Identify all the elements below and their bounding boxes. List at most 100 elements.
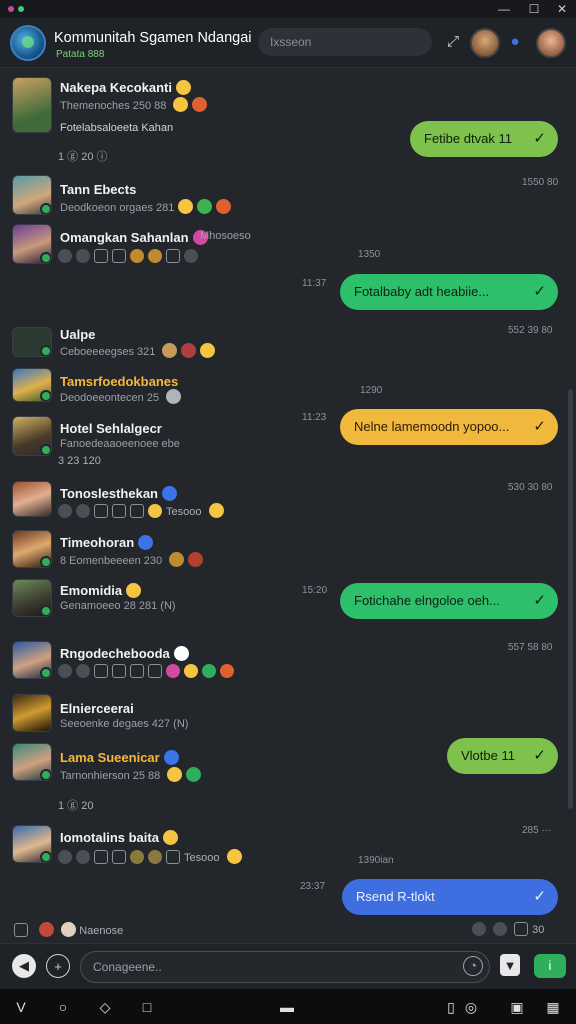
message-author: Ualpe (60, 327, 96, 342)
timestamp: 557 58 80 (508, 642, 553, 653)
reaction-bar[interactable]: 1 ⓖ 20 ⓘ (58, 148, 108, 164)
message-bubble[interactable]: Fetibe dtvak 11 ✓ (410, 121, 558, 157)
message-author: Tann Ebects (60, 182, 137, 197)
timestamp: 552 39 80 (508, 325, 553, 336)
timestamp: 11:23 (302, 412, 327, 423)
message-author: Emomidia (60, 583, 142, 598)
emoji-icon[interactable]: ◔ (463, 956, 483, 976)
back-icon[interactable]: ◀ (12, 954, 36, 978)
window-dot-icon (18, 6, 24, 12)
attach-icon[interactable]: ▼ (500, 954, 520, 976)
message-meta: Mhosoeso (200, 230, 251, 242)
maximize-button[interactable]: ☐ (520, 0, 548, 18)
message-meta: Fanoedeaaoeenoee ebe (60, 438, 180, 450)
avatar[interactable] (12, 481, 52, 517)
message-bubble[interactable]: Rsend R-tlokt ✓ (342, 879, 558, 915)
check-icon: ✓ (533, 283, 546, 300)
scrollbar[interactable] (568, 389, 573, 809)
search-input[interactable]: Ixsseon (258, 28, 432, 56)
message-author: Timeohoran (60, 535, 154, 550)
timestamp: 1550 80 (522, 177, 559, 188)
window-dot-icon (8, 6, 14, 12)
typing-bar[interactable]: Naenose (14, 922, 123, 937)
message-author: Hotel Sehlalgecr (60, 421, 162, 436)
message-author: Omangkan Sahanlan (60, 230, 208, 245)
timestamp: 1390ian (358, 855, 394, 866)
avatar[interactable] (12, 743, 52, 781)
app-header: Kommunitah Sgamen Ndangai Patata 888 Ixs… (0, 18, 576, 68)
message-meta: Deodoeeontecen 25 (60, 389, 182, 404)
home-nav-icon[interactable]: ○ (54, 998, 72, 1016)
window-titlebar: — ☐ ✕ (0, 0, 576, 18)
message-meta: Themenoches 250 88 (60, 97, 208, 112)
avatar[interactable] (12, 641, 52, 679)
back-nav-icon[interactable]: V (12, 998, 30, 1016)
message-meta: Tarnonhierson 25 88 (60, 767, 202, 782)
message-meta: Deodkoeon orgaes 281 (60, 199, 232, 214)
message-input[interactable]: Conageene.. (80, 951, 490, 983)
timestamp: 15:20 (302, 585, 328, 596)
avatar[interactable] (12, 825, 52, 863)
chat-tools[interactable]: 30 (472, 922, 544, 936)
system-tray-icon[interactable]: ▯ (442, 998, 460, 1016)
avatar[interactable] (12, 77, 52, 133)
close-button[interactable]: ✕ (548, 0, 576, 18)
recents-nav-icon[interactable]: ◇ (96, 998, 114, 1016)
app-logo (10, 25, 46, 61)
add-icon[interactable]: + (46, 954, 70, 978)
share-icon[interactable]: ⤢ (444, 33, 462, 51)
minimize-button[interactable]: — (490, 0, 518, 18)
profile-avatar[interactable] (536, 28, 566, 58)
reaction-bar[interactable]: Tesooo (58, 849, 242, 864)
avatar[interactable] (12, 579, 52, 617)
timestamp: 530 30 80 (508, 482, 553, 493)
timestamp: 285 ··· (522, 825, 552, 836)
avatar[interactable] (12, 694, 52, 732)
users-icon[interactable]: ● (506, 33, 524, 51)
message-bubble[interactable]: Fotalbaby adt heabiie... ✓ (340, 274, 558, 310)
window-nav-icon[interactable]: □ (138, 998, 156, 1016)
message-author: Rngodechebooda (60, 646, 189, 661)
message-author: Tonoslesthekan (60, 486, 178, 501)
check-icon: ✓ (533, 592, 546, 609)
reaction-bar[interactable]: 3 23 120 (58, 455, 101, 467)
message-author: Elnierceerai (60, 701, 134, 716)
system-navbar: V ○ ◇ □ ▬ ▯ ◎ ▣ ▦ (0, 989, 576, 1024)
notifications-nav-icon[interactable]: ▦ (544, 998, 562, 1016)
avatar[interactable] (12, 368, 52, 402)
timestamp: 1350 (358, 249, 381, 260)
message-meta: Genamoeeo 28 281 (N) (60, 600, 176, 612)
send-button[interactable]: i (534, 954, 566, 978)
apps-nav-icon[interactable]: ▣ (508, 998, 526, 1016)
reaction-bar[interactable]: 1 ⓖ 20 (58, 797, 93, 813)
timestamp: 1290 (360, 385, 383, 396)
message-author: Iomotalins baita (60, 830, 178, 845)
timestamp: 23:37 (300, 881, 326, 892)
reaction-bar[interactable]: Tesooo (58, 503, 224, 518)
check-icon: ✓ (533, 888, 546, 905)
message-meta: Ceboeeeegses 321 (60, 343, 216, 358)
reaction-bar[interactable] (58, 664, 238, 678)
timestamp: 11:37 (302, 278, 327, 289)
avatar[interactable] (12, 327, 52, 357)
check-icon: ✓ (533, 747, 546, 764)
message-composer: ◀ + Conageene.. ◔ ▼ i (0, 943, 576, 989)
avatar[interactable] (12, 224, 52, 264)
message-text: Fotelabsaloeeta Kahan (60, 122, 174, 134)
message-bubble[interactable]: Fotichahe elngoloe oeh... ✓ (340, 583, 558, 619)
avatar[interactable] (12, 175, 52, 215)
files-nav-icon[interactable]: ▬ (278, 998, 296, 1016)
user-avatar[interactable] (470, 28, 500, 58)
reaction-bar[interactable] (58, 249, 202, 263)
system-tray-icon[interactable]: ◎ (462, 998, 480, 1016)
chat-area[interactable]: Nakepa Kecokanti Themenoches 250 88 Fote… (0, 69, 576, 943)
message-bubble[interactable]: Nelne lamemoodn yopoo... ✓ (340, 409, 558, 445)
message-bubble[interactable]: Vlotbe 11 ✓ (447, 738, 558, 774)
app-subtitle: Patata 888 (56, 49, 105, 60)
avatar[interactable] (12, 530, 52, 568)
message-author: Nakepa Kecokanti (60, 80, 191, 95)
avatar[interactable] (12, 416, 52, 456)
check-icon: ✓ (533, 130, 546, 147)
message-meta: 8 Eomenbeeeen 230 (60, 552, 204, 567)
message-meta: Seeoenke degaes 427 (N) (60, 718, 189, 730)
